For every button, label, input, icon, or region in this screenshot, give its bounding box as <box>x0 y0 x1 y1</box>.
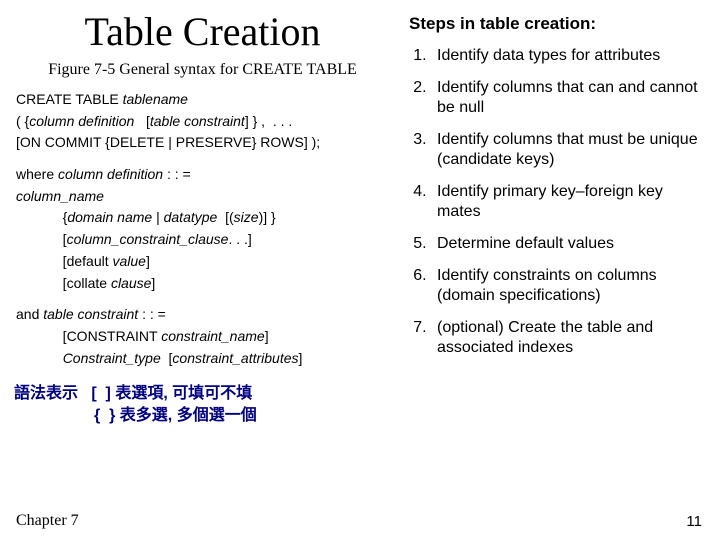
list-item: Determine default values <box>431 234 707 254</box>
syntax-italic: constraint_attributes <box>172 350 298 366</box>
syntax-italic: constraint_name <box>161 328 265 344</box>
slide: Table Creation Figure 7-5 General syntax… <box>0 0 720 540</box>
syntax-italic: column_constraint_clause <box>67 231 229 247</box>
syntax-italic: clause <box>111 275 151 291</box>
list-item: Identify data types for attributes <box>431 46 707 66</box>
list-item: Identify primary key–foreign key mates <box>431 182 707 222</box>
syntax-text: ] <box>299 350 303 366</box>
chinese-line: 語法表示 [ ] 表選項, 可填可不填 <box>14 383 395 405</box>
figure-caption: Figure 7-5 General syntax for CREATE TAB… <box>10 61 395 79</box>
syntax-italic: column_name <box>16 188 104 204</box>
page-number: 11 <box>686 513 702 530</box>
syntax-italic: column definition <box>29 113 134 129</box>
syntax-text: [ <box>161 350 173 366</box>
syntax-text: . . .] <box>228 231 251 247</box>
syntax-text: : : = <box>138 306 166 322</box>
syntax-text <box>16 350 63 366</box>
syntax-text: : : = <box>163 166 191 182</box>
list-item: Identify columns that must be unique (ca… <box>431 130 707 170</box>
chinese-note: 語法表示 [ ] 表選項, 可填可不填 { } 表多選, 多個選一個 <box>10 383 395 426</box>
syntax-text: [collate <box>16 275 111 291</box>
syntax-italic: tablename <box>123 91 188 107</box>
left-column: Table Creation Figure 7-5 General syntax… <box>0 0 405 426</box>
syntax-text: [ <box>134 113 150 129</box>
syntax-text: { <box>16 209 67 225</box>
page-title: Table Creation <box>10 8 395 55</box>
syntax-text: [( <box>217 209 233 225</box>
list-item: Identify columns that can and cannot be … <box>431 78 707 118</box>
syntax-italic: domain name <box>67 209 152 225</box>
steps-heading: Steps in table creation: <box>409 14 707 34</box>
syntax-italic: table constraint <box>150 113 245 129</box>
syntax-text: ] } , . . . <box>245 113 292 129</box>
list-item: (optional) Create the table and associat… <box>431 318 707 358</box>
syntax-italic: size <box>234 209 259 225</box>
list-item: Identify constraints on columns (domain … <box>431 266 707 306</box>
right-column: Steps in table creation: Identify data t… <box>405 8 715 370</box>
chinese-line: { } 表多選, 多個選一個 <box>14 405 395 427</box>
syntax-text: [default <box>16 253 113 269</box>
syntax-text: [ <box>16 231 67 247</box>
syntax-text: ] <box>265 328 269 344</box>
syntax-text: ] <box>146 253 150 269</box>
syntax-text: CREATE TABLE <box>16 91 123 107</box>
syntax-italic: datatype <box>164 209 218 225</box>
syntax-text: ] <box>151 275 155 291</box>
syntax-text: [CONSTRAINT <box>16 328 161 344</box>
syntax-italic: Constraint_type <box>63 350 161 366</box>
steps-list: Identify data types for attributes Ident… <box>409 46 707 358</box>
syntax-text: ( { <box>16 113 29 129</box>
syntax-italic: column definition <box>58 166 163 182</box>
syntax-text: | <box>152 209 163 225</box>
syntax-box: CREATE TABLE tablename ( {column definit… <box>10 85 395 369</box>
syntax-text: )] } <box>259 209 276 225</box>
syntax-text: [ON COMMIT {DELETE | PRESERVE} ROWS] ); <box>16 134 320 150</box>
chapter-label: Chapter 7 <box>16 512 79 530</box>
syntax-text: where <box>16 166 58 182</box>
syntax-text: and <box>16 306 43 322</box>
syntax-italic: value <box>113 253 146 269</box>
syntax-italic: table constraint <box>43 306 138 322</box>
